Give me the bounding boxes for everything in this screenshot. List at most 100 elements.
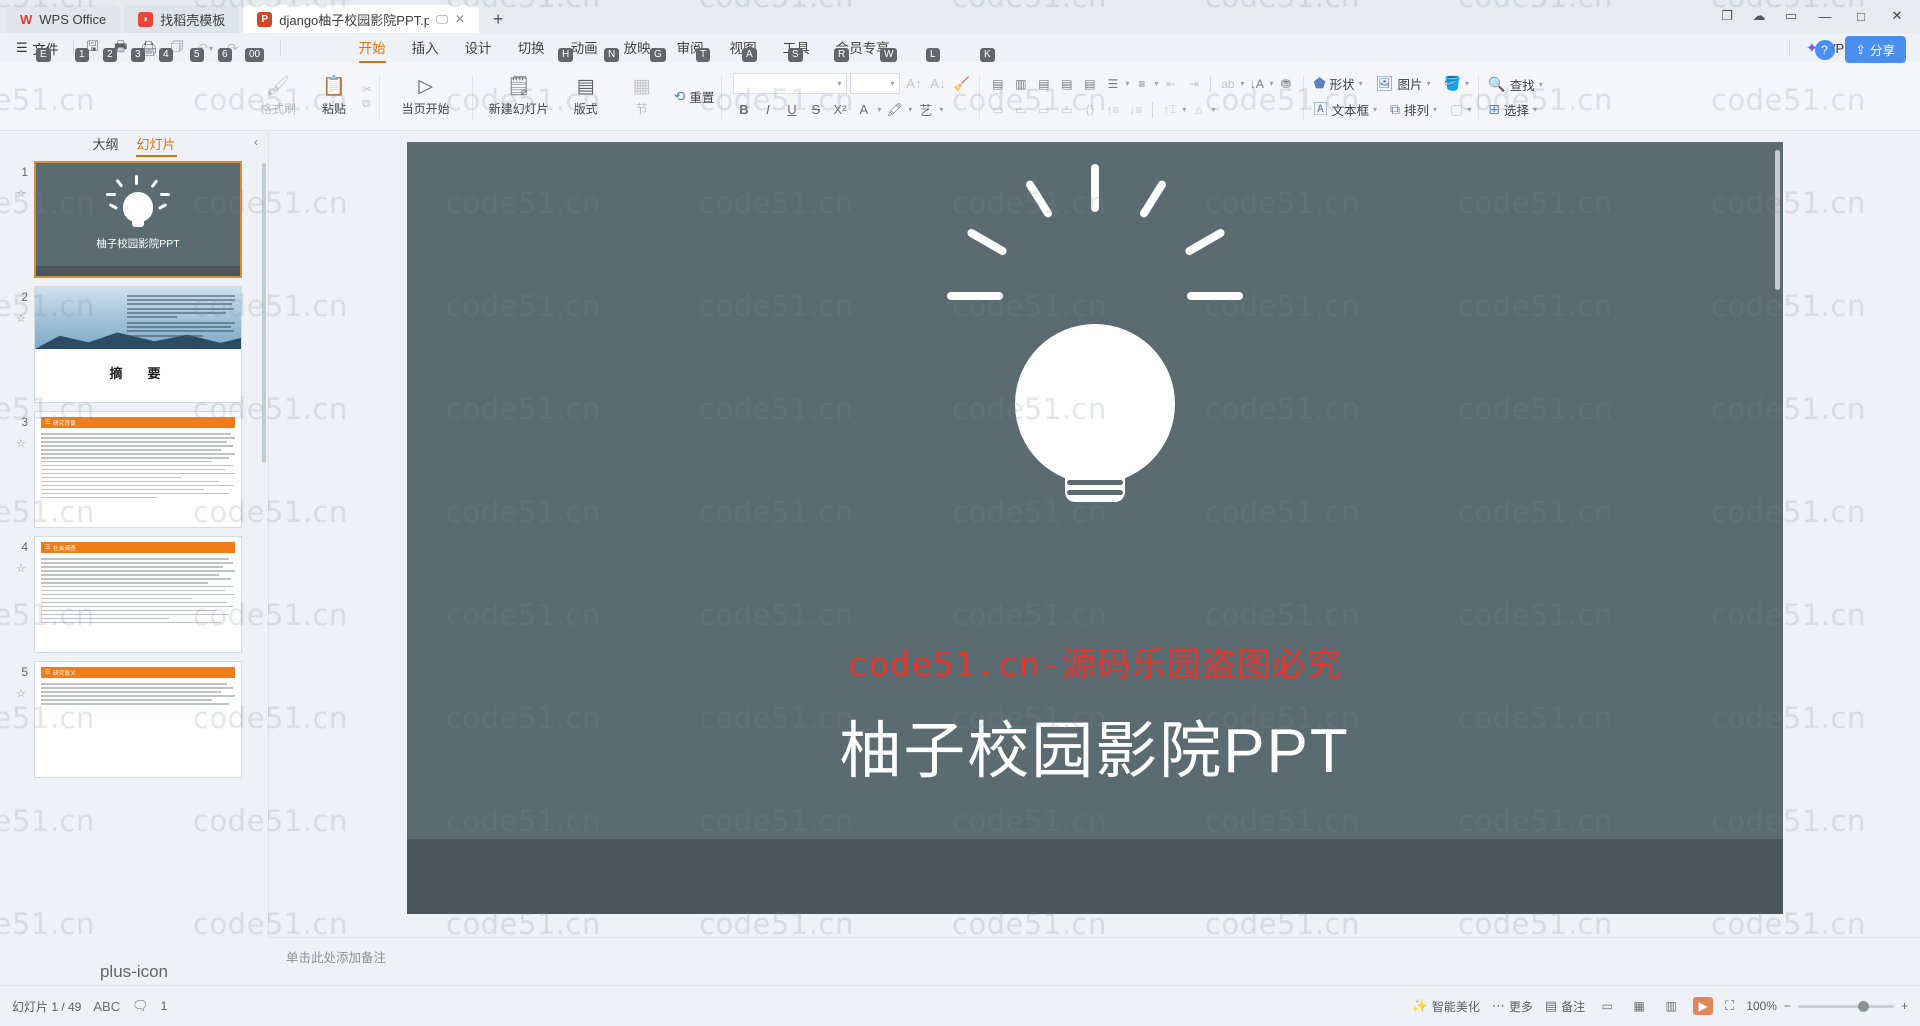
slide-title[interactable]: 柚子校园影院PPT — [407, 700, 1783, 790]
thumbnail-list[interactable]: 1 ☆ 柚子校园影院PPT 2 ☆ 摘 要 3 ☆ ☰ 研究背景 4 ☆ ☰ 社… — [0, 155, 268, 959]
new-tab-button[interactable]: + — [483, 9, 514, 33]
chevron-down-icon[interactable]: ▾ — [877, 105, 881, 114]
slideshow-icon[interactable]: ▶ — [1693, 997, 1714, 1015]
ribbon-tab-slideshow[interactable]: 放映 — [624, 37, 651, 59]
select-button[interactable]: ⊞ 选择 ▾ — [1488, 100, 1537, 119]
shrink-font-icon[interactable]: A↓ — [927, 73, 948, 94]
notes-pane[interactable]: 单击此处添加备注 — [268, 937, 1920, 985]
section-button[interactable]: ▦ 节 — [614, 76, 670, 117]
chevron-down-icon[interactable]: ▾ — [1154, 79, 1158, 88]
layout-button[interactable]: ▤ 版式 — [558, 76, 614, 117]
slide-thumbnail-1[interactable]: 柚子校园影院PPT — [34, 161, 242, 278]
numbering-icon[interactable]: ≡ — [1131, 73, 1152, 94]
notes-toggle-button[interactable]: ▤ 备注 — [1545, 998, 1585, 1015]
bold-icon[interactable]: B — [733, 99, 754, 120]
chevron-down-icon[interactable]: ▾ — [908, 105, 912, 114]
font-name-input[interactable]: ▾ — [733, 73, 848, 94]
tab-presentation-file[interactable]: P django柚子校园影院PPT.pp 🖵 ✕ — [243, 5, 479, 33]
fit-to-window-button[interactable]: ⛶ — [1725, 998, 1734, 1014]
chevron-down-icon[interactable]: ▾ — [1269, 79, 1273, 88]
align-left-icon[interactable]: ▤ — [987, 73, 1008, 94]
screen-cast-icon[interactable]: 🖵 — [436, 12, 448, 27]
ribbon-tab-insert[interactable]: 插入 — [412, 37, 439, 59]
comment-icon[interactable]: 🗨 — [132, 998, 149, 1014]
shapes-button[interactable]: ⬟ 形状 ▾ — [1313, 74, 1362, 93]
align-text-icon[interactable]: ↓A — [1246, 73, 1267, 94]
chevron-left-icon[interactable]: ‹ — [254, 135, 258, 149]
cloud-sync-icon[interactable]: ☁ — [1744, 4, 1774, 28]
clear-format-icon[interactable]: 🧹 — [951, 73, 972, 94]
copy-button[interactable]: ⧉ — [362, 98, 372, 111]
find-button[interactable]: 🔍 查找 ▾ — [1488, 75, 1542, 94]
spellcheck-icon[interactable]: ABC — [93, 999, 120, 1014]
text-effect-icon[interactable]: 艺 — [915, 99, 936, 120]
underline-icon[interactable]: U — [781, 99, 802, 120]
chevron-down-icon[interactable]: ▾ — [1182, 105, 1186, 114]
strikethrough-icon[interactable]: S — [805, 99, 826, 120]
panel-scrollbar[interactable] — [262, 163, 266, 463]
new-slide-button[interactable]: 🗒 新建幻灯片 — [480, 76, 558, 117]
minimize-button[interactable]: — — [1808, 3, 1842, 29]
outline-button[interactable]: ▢ ▾ — [1450, 101, 1471, 118]
lower-line-icon[interactable]: ↓≡ — [1125, 99, 1146, 120]
share-button[interactable]: ⇪ 分享 — [1844, 36, 1906, 63]
highlight-color-icon[interactable]: 🖍 — [884, 99, 905, 120]
list-item[interactable]: 1 ☆ 柚子校园影院PPT — [0, 161, 268, 286]
fill-button[interactable]: 🪣 ▾ — [1443, 75, 1468, 92]
decrease-indent-icon[interactable]: ⇤ — [1160, 73, 1181, 94]
star-icon[interactable]: ☆ — [16, 562, 26, 575]
format-painter-button[interactable]: 🖌 格式刷 — [250, 76, 306, 117]
textbox-button[interactable]: 🄰 文本框 ▾ — [1313, 99, 1377, 119]
align-right-icon[interactable]: ▤ — [1033, 73, 1054, 94]
distribute-icon[interactable]: ▤ — [1079, 73, 1100, 94]
screen-cast-icon[interactable]: ▭ — [1776, 4, 1806, 28]
star-icon[interactable]: ☆ — [16, 437, 26, 450]
list-item[interactable]: 3 ☆ ☰ 研究背景 — [0, 411, 268, 536]
increase-indent-icon[interactable]: ⇥ — [1183, 73, 1204, 94]
line-spacing-icon[interactable]: ▭ — [1010, 99, 1031, 120]
reading-view-icon[interactable]: ▥ — [1661, 997, 1681, 1015]
add-slide-button[interactable]: plus-icon — [0, 959, 268, 985]
ribbon-tab-transition[interactable]: 切换 — [518, 37, 545, 59]
more-tools-button[interactable]: ⋯ 更多 — [1492, 998, 1533, 1015]
start-from-current-button[interactable]: ▷ 当页开始 — [387, 76, 465, 117]
zoom-in-button[interactable]: + — [1901, 999, 1908, 1013]
zoom-slider[interactable]: 100% − + — [1746, 999, 1908, 1013]
raise-line-icon[interactable]: ↑≡ — [1102, 99, 1123, 120]
paste-button[interactable]: 📋 粘贴 — [306, 76, 362, 117]
space-after-icon[interactable]: ▭ — [1056, 99, 1077, 120]
space-before-icon[interactable]: ▭ — [1033, 99, 1054, 120]
chevron-down-icon[interactable]: ▾ — [1125, 79, 1129, 88]
convert-smartart-icon[interactable]: ⛃ — [1275, 73, 1296, 94]
zoom-track[interactable] — [1797, 1000, 1894, 1012]
slide-thumbnail-2[interactable]: 摘 要 — [34, 286, 242, 403]
tab-wps-office[interactable]: W WPS Office — [6, 5, 121, 33]
arrange-button[interactable]: ⧉ 排列 ▾ — [1390, 100, 1437, 119]
reset-slide-button[interactable]: ⟲ 重置 — [674, 87, 715, 106]
chevron-down-icon[interactable]: ▾ — [1211, 105, 1215, 114]
font-color-icon[interactable]: A — [853, 99, 874, 120]
font-size-input[interactable]: ▾ — [850, 73, 901, 94]
star-icon[interactable]: ☆ — [16, 312, 26, 325]
maximize-button[interactable]: □ — [1844, 3, 1878, 29]
justify-icon[interactable]: ▤ — [1056, 73, 1077, 94]
sorter-view-icon[interactable]: ▦ — [1629, 997, 1649, 1015]
slide-thumbnail-5[interactable]: ☰ 研究意义 — [34, 661, 242, 778]
chevron-down-icon[interactable]: ▾ — [939, 105, 943, 114]
superscript-icon[interactable]: X² — [829, 99, 850, 120]
zoom-out-button[interactable]: − — [1784, 999, 1791, 1013]
cut-button[interactable]: ✂ — [362, 82, 372, 96]
list-item[interactable]: 5 ☆ ☰ 研究意义 — [0, 661, 268, 786]
grow-font-icon[interactable]: A↑ — [903, 73, 924, 94]
star-icon[interactable]: ☆ — [16, 187, 26, 200]
slide-thumbnail-3[interactable]: ☰ 研究背景 — [34, 411, 242, 528]
ribbon-tab-design[interactable]: 设计 — [465, 37, 492, 59]
align-center-icon[interactable]: ▥ — [1010, 73, 1031, 94]
window-restore-icon[interactable]: ❐ — [1712, 4, 1742, 28]
list-item[interactable]: 2 ☆ 摘 要 — [0, 286, 268, 411]
ribbon-tab-animation[interactable]: 动画 — [571, 37, 598, 59]
italic-icon[interactable]: I — [757, 99, 778, 120]
editor-vertical-scrollbar[interactable] — [1774, 150, 1780, 290]
normal-view-icon[interactable]: ▭ — [1597, 997, 1617, 1015]
shape-convert-icon[interactable]: ⌂ — [1188, 99, 1209, 120]
